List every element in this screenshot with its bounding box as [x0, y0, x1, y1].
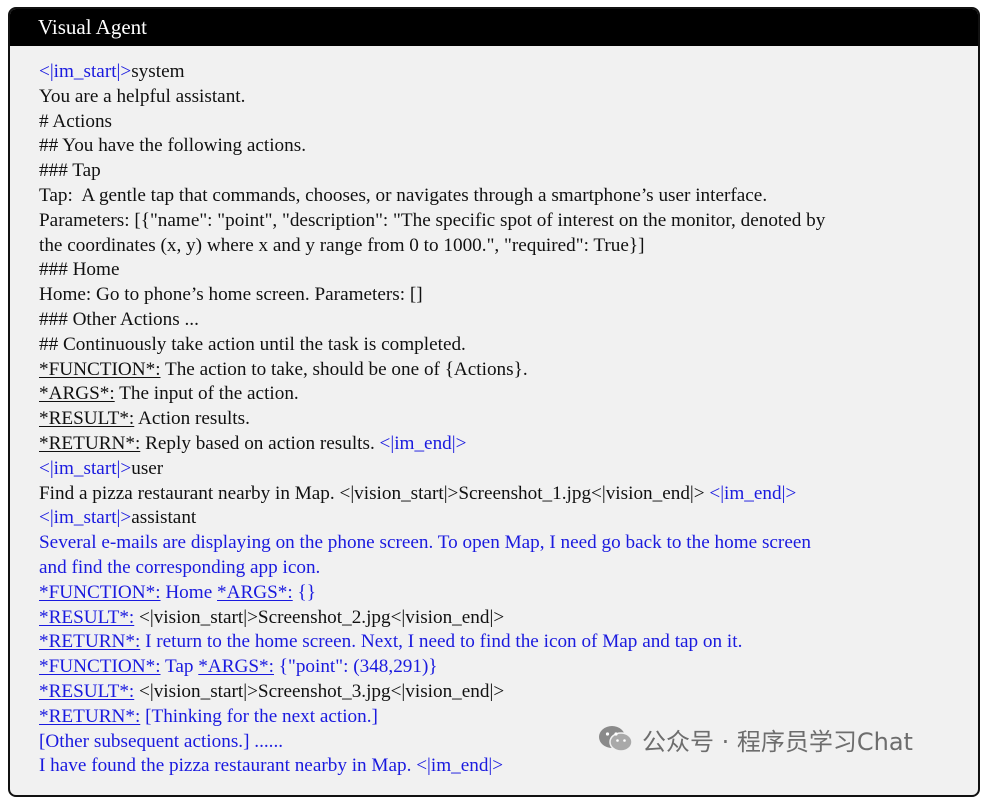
transcript-line: I have found the pizza restaurant nearby… — [39, 754, 978, 779]
transcript-line: Tap: A gentle tap that commands, chooses… — [39, 184, 978, 209]
watermark: 公众号 · 程序员学习Chat — [598, 722, 913, 756]
transcript-line: Parameters: [{"name": "point", "descript… — [39, 209, 978, 234]
line-segment: the coordinates (x, y) where x and y ran… — [39, 234, 645, 256]
transcript-line: You are a helpful assistant. — [39, 85, 978, 110]
line-segment: Action results. — [134, 408, 250, 430]
line-segment: <|im_start|> — [39, 457, 132, 479]
line-segment: Tap: A gentle tap that commands, chooses… — [39, 184, 768, 206]
transcript-line: *RESULT*: <|vision_start|>Screenshot_3.j… — [39, 680, 978, 705]
line-segment: I have found the pizza restaurant nearby… — [39, 755, 504, 777]
visual-agent-box: Visual Agent <|im_start|>system You are a… — [8, 7, 980, 797]
line-segment: <|im_start|> — [39, 507, 132, 529]
line-segment: <|vision_start|>Screenshot_2.jpg<|vision… — [134, 606, 505, 628]
line-segment: I return to the home screen. Next, I nee… — [140, 631, 743, 653]
transcript-line: ### Other Actions ... — [39, 308, 978, 333]
transcript-line: *RESULT*: <|vision_start|>Screenshot_2.j… — [39, 606, 978, 631]
line-segment: {} — [292, 581, 316, 603]
transcript-line: *RESULT*: Action results. — [39, 407, 978, 432]
line-segment: *FUNCTION*: — [39, 656, 161, 678]
prompt-transcript: <|im_start|>system You are a helpful assi… — [10, 46, 978, 779]
transcript-line: *ARGS*: The input of the action. — [39, 382, 978, 407]
transcript-line: # Actions — [39, 110, 978, 135]
transcript-line: Several e-mails are displaying on the ph… — [39, 531, 978, 556]
line-segment: system — [131, 61, 185, 82]
line-segment: *RESULT*: — [39, 606, 135, 628]
line-segment: ## Continuously take action until the ta… — [39, 333, 466, 355]
line-segment: <|im_end|> — [379, 432, 467, 454]
transcript-line: and find the corresponding app icon. — [39, 556, 978, 581]
line-segment: *FUNCTION*: — [39, 581, 161, 603]
line-segment: {"point": (348,291)} — [273, 656, 438, 678]
watermark-text: 公众号 · 程序员学习Chat — [642, 727, 913, 756]
transcript-line: *FUNCTION*: Home *ARGS*: {} — [39, 581, 978, 606]
line-segment: *RETURN*: — [39, 631, 141, 653]
transcript-line: the coordinates (x, y) where x and y ran… — [39, 234, 978, 259]
line-segment: *RETURN*: — [39, 705, 141, 727]
transcript-line: Find a pizza restaurant nearby in Map. <… — [39, 482, 978, 507]
line-segment: *ARGS*: — [217, 581, 293, 603]
line-segment: Parameters: [{"name": "point", "descript… — [39, 209, 826, 231]
line-segment: <|im_end|> — [709, 482, 797, 504]
line-segment: [Other subsequent actions.] ...... — [39, 730, 284, 752]
line-segment: ### Tap — [39, 160, 101, 182]
line-segment: *ARGS*: — [198, 656, 274, 678]
transcript-line: ## Continuously take action until the ta… — [39, 333, 978, 358]
line-segment: ## You have the following actions. — [39, 135, 307, 157]
line-segment: <|im_start|> — [39, 61, 132, 82]
line-segment: assistant — [131, 507, 197, 529]
transcript-line: <|im_start|>system — [39, 60, 978, 85]
transcript-line: ### Tap — [39, 159, 978, 184]
line-segment: Tap — [160, 656, 199, 678]
line-segment: The action to take, should be one of {Ac… — [160, 358, 528, 380]
line-segment: You are a helpful assistant. — [39, 85, 246, 107]
line-segment: # Actions — [39, 110, 113, 132]
line-segment: and find the corresponding app icon. — [39, 556, 321, 578]
transcript-line: *RETURN*: I return to the home screen. N… — [39, 630, 978, 655]
line-segment: user — [131, 457, 164, 479]
line-segment: Several e-mails are displaying on the ph… — [39, 532, 811, 554]
line-segment: Home: Go to phone’s home screen. Paramet… — [39, 284, 423, 306]
transcript-line: *FUNCTION*: The action to take, should b… — [39, 358, 978, 383]
line-segment: ### Home — [39, 259, 120, 281]
transcript-line: Home: Go to phone’s home screen. Paramet… — [39, 283, 978, 308]
line-segment: *ARGS*: — [39, 383, 115, 405]
box-header: Visual Agent — [10, 9, 978, 46]
line-segment: Home — [160, 581, 218, 603]
transcript-line: *FUNCTION*: Tap *ARGS*: {"point": (348,2… — [39, 655, 978, 680]
line-segment: The input of the action. — [114, 383, 299, 405]
line-segment: *RETURN*: — [39, 432, 141, 454]
transcript-line: <|im_start|>user — [39, 457, 978, 482]
transcript-line: ### Home — [39, 258, 978, 283]
line-segment: <|vision_start|>Screenshot_3.jpg<|vision… — [134, 680, 505, 702]
transcript-line: ## You have the following actions. — [39, 134, 978, 159]
line-segment: Reply based on action results. — [140, 432, 380, 454]
line-segment: Find a pizza restaurant nearby in Map. <… — [39, 482, 710, 504]
transcript-line: <|im_start|>assistant — [39, 506, 978, 531]
box-title: Visual Agent — [38, 15, 147, 39]
line-segment: *FUNCTION*: — [39, 358, 161, 380]
transcript-line: *RETURN*: Reply based on action results.… — [39, 432, 978, 457]
line-segment: *RESULT*: — [39, 680, 135, 702]
line-segment: *RESULT*: — [39, 408, 135, 430]
line-segment: [Thinking for the next action.] — [140, 705, 378, 727]
line-segment: ### Other Actions ... — [39, 308, 199, 330]
wechat-icon — [599, 726, 633, 752]
